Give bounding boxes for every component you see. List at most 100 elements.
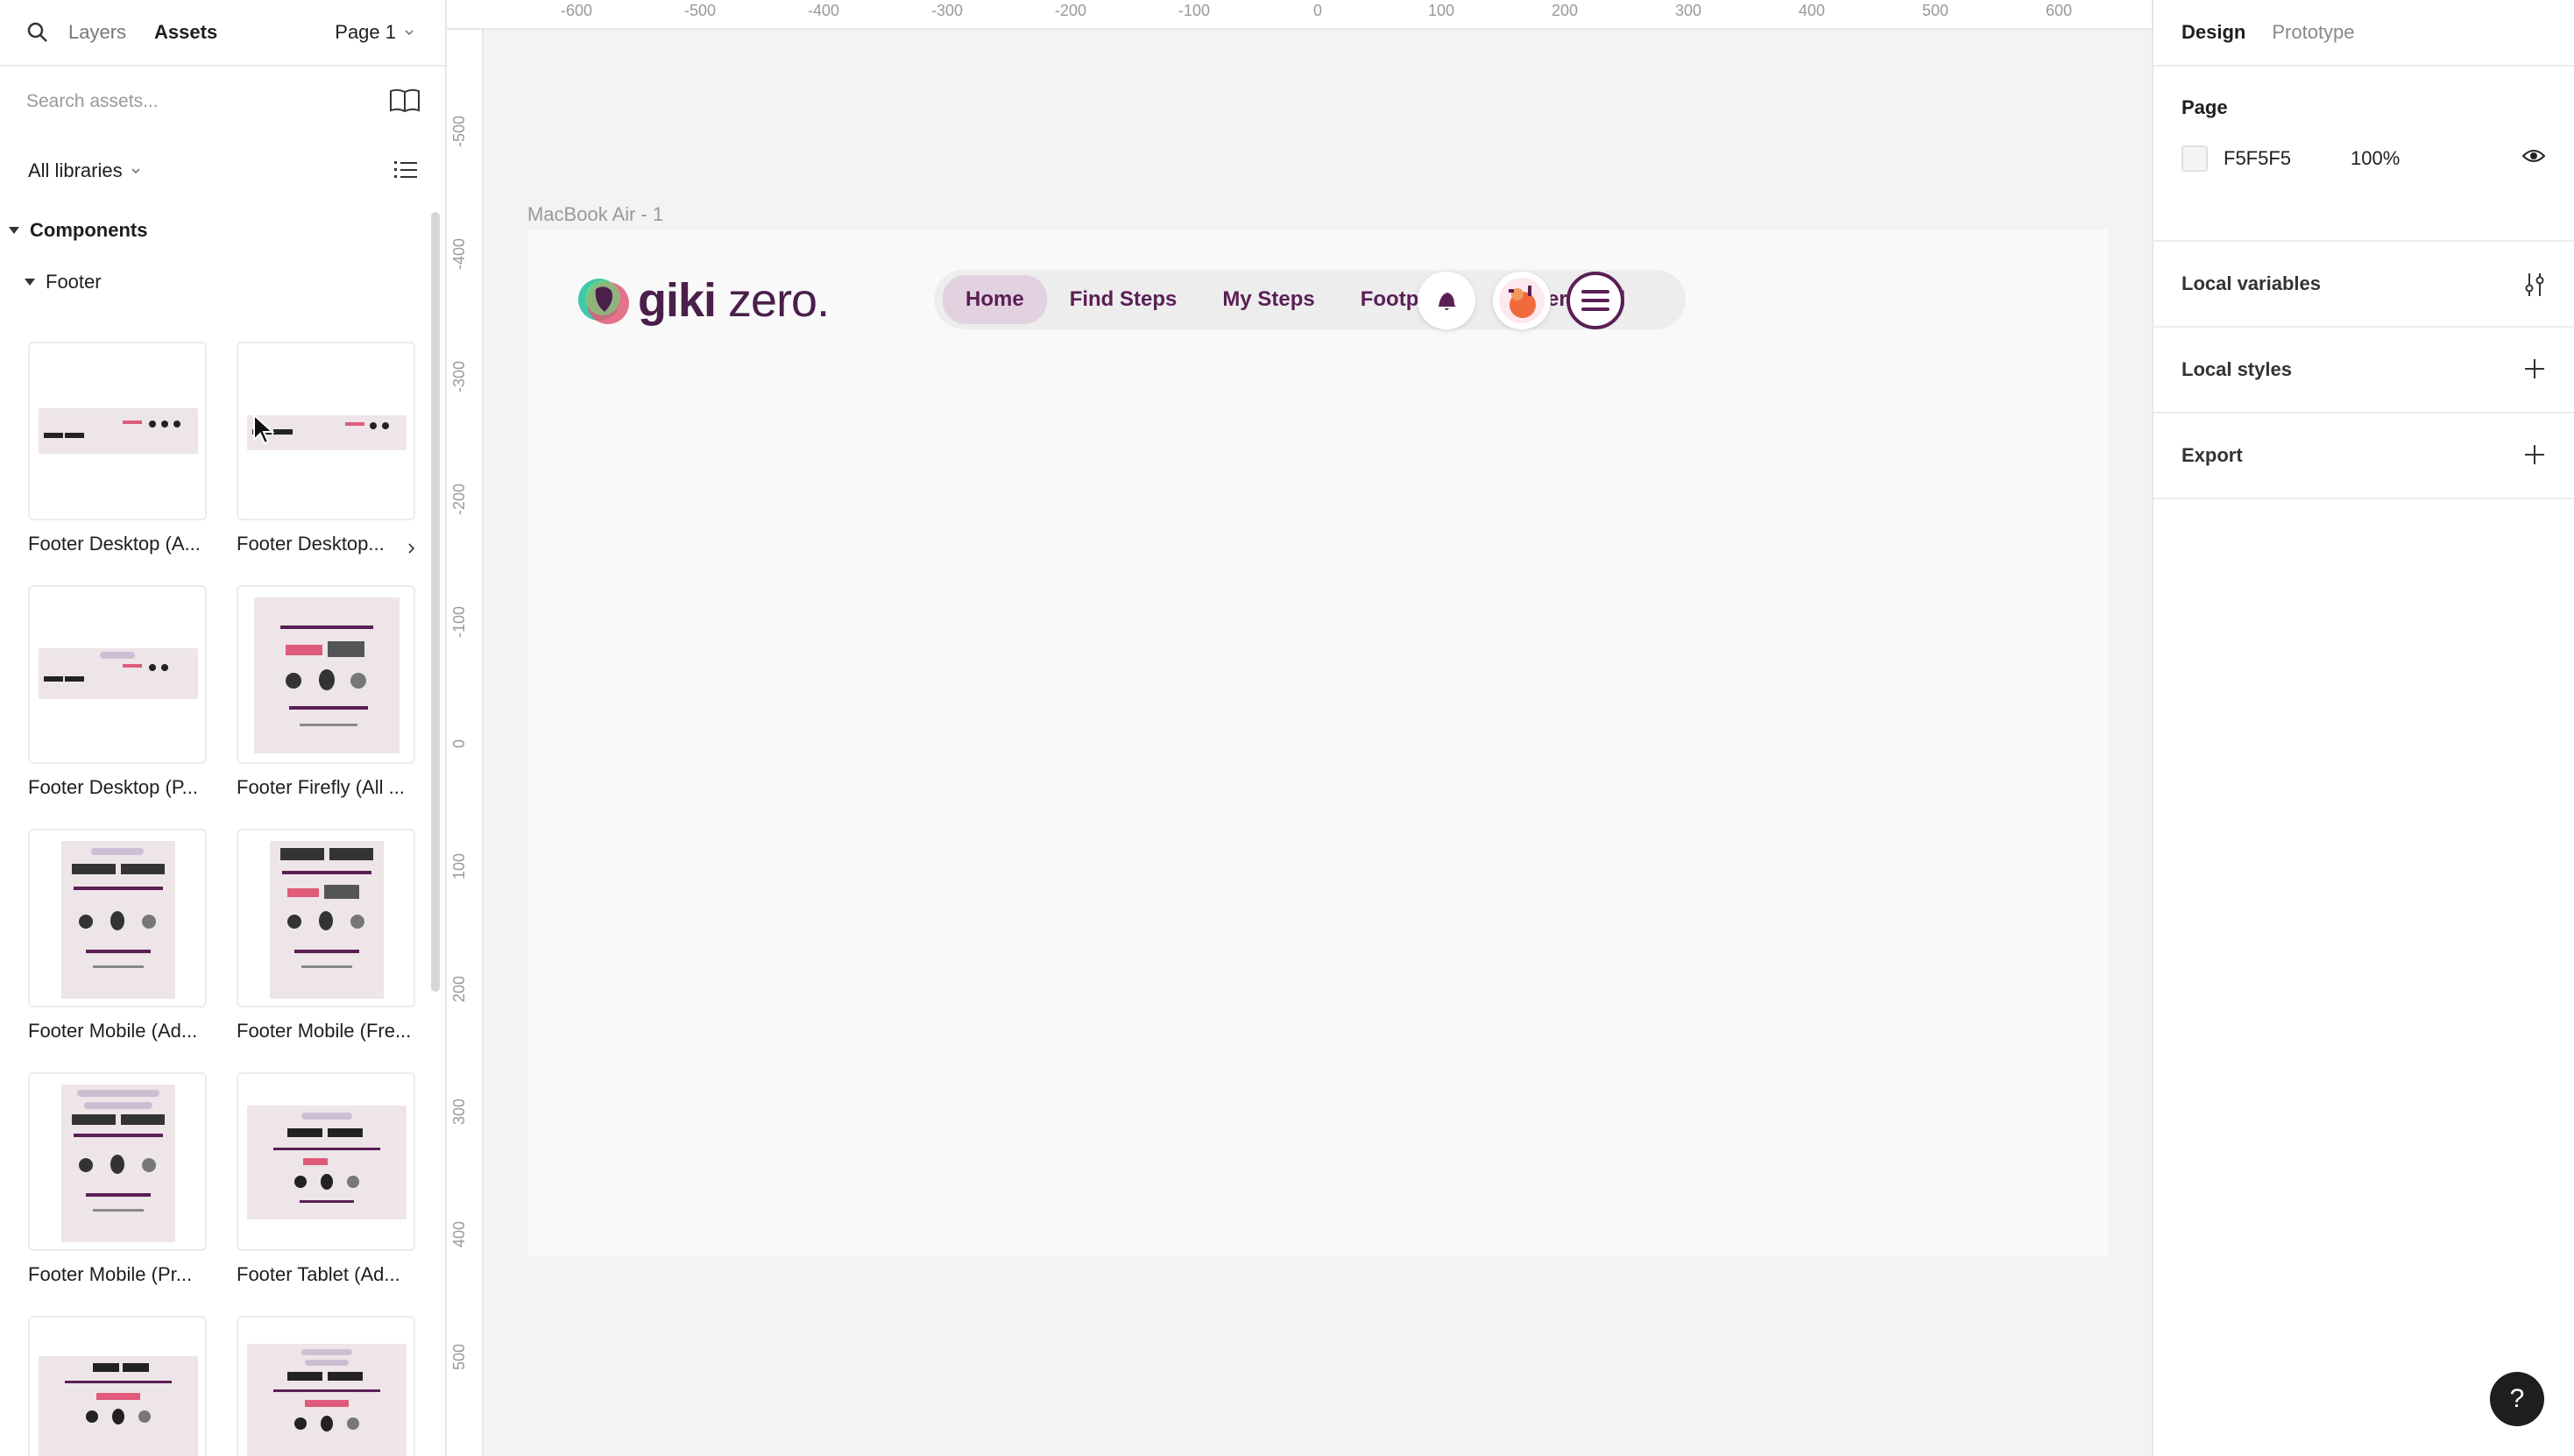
- chevron-down-icon: [131, 168, 140, 174]
- ruler-tick: -100: [1177, 2, 1211, 19]
- libraries-dropdown[interactable]: All libraries: [0, 137, 445, 205]
- ruler-tick: 200: [450, 975, 468, 1002]
- footer-group[interactable]: Footer: [0, 256, 445, 308]
- component-preview: [28, 585, 207, 764]
- ruler-tick: 500: [1921, 2, 1949, 19]
- library-book-icon[interactable]: [389, 88, 421, 114]
- tab-assets[interactable]: Assets: [154, 21, 217, 44]
- export-section[interactable]: Export: [2153, 413, 2574, 499]
- export-label: Export: [2182, 444, 2243, 466]
- page-heading: Page: [2182, 96, 2228, 118]
- eye-icon[interactable]: [2521, 147, 2546, 165]
- avatar-button[interactable]: [1493, 272, 1551, 329]
- components-section-title: Components: [30, 219, 148, 241]
- page-color-hex[interactable]: F5F5F5: [2224, 147, 2291, 170]
- left-panel-header: Layers Assets Page 1: [0, 0, 445, 67]
- chevron-right-icon[interactable]: [407, 541, 417, 555]
- giki-zero-logo[interactable]: giki zero.: [576, 273, 830, 328]
- notifications-button[interactable]: [1418, 272, 1475, 329]
- frame-title[interactable]: MacBook Air - 1: [527, 203, 663, 226]
- mouse-cursor-icon: [253, 413, 275, 445]
- local-styles-section[interactable]: Local styles: [2153, 328, 2574, 413]
- component-name: Footer Firefly (All ...: [237, 776, 405, 798]
- ruler-tick: 100: [1427, 2, 1455, 19]
- component-name: Footer Mobile (Ad...: [28, 1020, 198, 1042]
- component-thumbnail[interactable]: [237, 1316, 415, 1456]
- ruler-tick: -100: [450, 605, 468, 638]
- components-section[interactable]: Components: [0, 205, 445, 256]
- menu-button[interactable]: [1566, 272, 1624, 329]
- component-preview: [28, 1316, 207, 1456]
- right-panel: Design Prototype Page F5F5F5 100% Local …: [2152, 0, 2574, 1456]
- ruler-tick: 300: [1674, 2, 1702, 19]
- tab-layers[interactable]: Layers: [68, 21, 126, 44]
- component-thumbnail[interactable]: Footer Mobile (Ad...: [28, 829, 207, 1043]
- ruler-tick: 600: [2045, 2, 2073, 19]
- design-canvas[interactable]: -600 -500 -400 -300 -200 -100 0 100 200 …: [447, 0, 2152, 1456]
- ruler-tick: 500: [450, 1343, 468, 1370]
- page-fill-row: F5F5F5 100%: [2182, 145, 2546, 172]
- nav-my-steps[interactable]: My Steps: [1199, 275, 1337, 324]
- ruler-tick: -500: [683, 2, 717, 19]
- ruler-tick: 0: [1312, 2, 1323, 19]
- help-button[interactable]: ?: [2490, 1372, 2544, 1426]
- list-view-icon[interactable]: [394, 159, 417, 180]
- search-icon[interactable]: [25, 19, 51, 46]
- macbook-air-frame[interactable]: giki zero. Home Find Steps My Steps Foot…: [527, 230, 2108, 1256]
- local-variables-section[interactable]: Local variables: [2153, 242, 2574, 328]
- search-assets-input[interactable]: [26, 91, 359, 112]
- component-thumbnail[interactable]: Footer Desktop...: [237, 342, 415, 555]
- local-variables-label: Local variables: [2182, 272, 2321, 294]
- asset-search: [0, 67, 445, 137]
- page-selector-label: Page 1: [335, 21, 396, 43]
- left-panel: Layers Assets Page 1 All libraries Compo…: [0, 0, 447, 1456]
- component-name: Footer Desktop (A...: [28, 533, 201, 555]
- component-name: Footer Desktop...: [237, 533, 385, 555]
- logo-text: giki zero.: [638, 273, 830, 328]
- page-color-swatch[interactable]: [2182, 145, 2208, 172]
- component-thumbnail[interactable]: Footer Mobile (Pr...: [28, 1072, 207, 1286]
- collapse-triangle-icon: [25, 279, 35, 286]
- component-thumbnail[interactable]: Footer Mobile (Fre...: [237, 829, 415, 1043]
- component-thumbnail[interactable]: Footer Desktop (P...: [28, 585, 207, 799]
- tab-prototype[interactable]: Prototype: [2272, 21, 2354, 44]
- nav-find-steps[interactable]: Find Steps: [1047, 275, 1200, 324]
- component-preview: [28, 829, 207, 1007]
- component-thumbnail[interactable]: Footer Tablet (Ad...: [237, 1072, 415, 1286]
- figma-app: Layers Assets Page 1 All libraries Compo…: [0, 0, 2574, 1456]
- ruler-tick: -200: [450, 483, 468, 515]
- ruler-tick: 400: [450, 1220, 468, 1247]
- logo-text-bold: giki: [638, 274, 717, 327]
- page-opacity[interactable]: 100%: [2351, 147, 2400, 170]
- horizontal-ruler: -600 -500 -400 -300 -200 -100 0 100 200 …: [447, 0, 2152, 30]
- component-thumbnail[interactable]: Footer Desktop (A...: [28, 342, 207, 555]
- collapse-triangle-icon: [9, 227, 19, 234]
- component-preview: [28, 1072, 207, 1251]
- component-name: Footer Tablet (Ad...: [237, 1263, 400, 1285]
- component-preview: [237, 1316, 415, 1456]
- giki-logo-icon: [578, 279, 629, 324]
- plus-icon[interactable]: [2523, 357, 2546, 380]
- vertical-ruler: -500 -400 -300 -200 -100 0 100 200 300 4…: [447, 30, 484, 1456]
- ruler-tick: -600: [560, 2, 593, 19]
- right-panel-header: Design Prototype: [2153, 0, 2574, 67]
- tab-design[interactable]: Design: [2182, 21, 2245, 44]
- component-name: Footer Desktop (P...: [28, 776, 199, 798]
- plus-icon[interactable]: [2523, 443, 2546, 466]
- component-preview: [237, 1072, 415, 1251]
- nav-home[interactable]: Home: [943, 275, 1047, 324]
- component-name: Footer Mobile (Fre...: [237, 1020, 412, 1042]
- component-preview: [237, 585, 415, 764]
- component-thumbnail[interactable]: Footer Firefly (All ...: [237, 585, 415, 799]
- variables-adjust-icon[interactable]: [2523, 272, 2546, 298]
- ruler-tick: 0: [450, 739, 468, 748]
- ruler-tick: 400: [1798, 2, 1826, 19]
- ruler-tick: -200: [1054, 2, 1087, 19]
- libraries-label: All libraries: [28, 159, 123, 181]
- left-panel-scrollbar[interactable]: [431, 212, 440, 992]
- ruler-tick: -400: [807, 2, 840, 19]
- component-preview: [28, 342, 207, 520]
- page-selector[interactable]: Page 1: [335, 21, 415, 44]
- component-thumbnail[interactable]: [28, 1316, 207, 1456]
- ruler-tick: 200: [1551, 2, 1579, 19]
